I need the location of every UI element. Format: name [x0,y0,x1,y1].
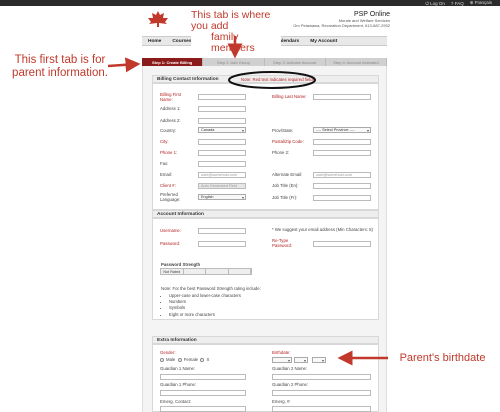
emergency-contact-input[interactable] [160,406,246,412]
female-radio[interactable] [177,358,182,362]
password-label: Password: [160,241,181,246]
guardian2-phone-input[interactable] [272,390,371,396]
strength-segment [228,269,251,274]
password-strength-value: Not Rated [161,269,184,274]
fax-input[interactable] [198,161,246,167]
nav-courses[interactable]: Courses [172,39,191,44]
guardian1-phone-input[interactable] [160,390,246,396]
gender-options: Male Female X [160,357,210,363]
brand-name: PSP Online [353,11,390,18]
tab-create-billing[interactable]: Step 1: Create Billing [142,58,204,66]
username-label: Username: [160,228,182,233]
fax-label: Fax: [160,161,169,166]
required-note: Note: Red text indicates required fields… [241,77,316,82]
guardian2-name-input[interactable] [272,374,371,380]
job-en-label: Job Title (En): [272,183,299,188]
login-link[interactable]: ⏻ Log On [425,1,445,6]
strength-segment [183,269,206,274]
guardian1-name-input[interactable] [160,374,246,380]
birthdate-annotation: Parent's birthdate [399,352,486,364]
retype-password-input[interactable] [313,241,371,247]
alt-email-input[interactable]: user@somehost.com [313,172,371,178]
password-input[interactable] [198,241,246,247]
phone2-input[interactable] [313,150,371,156]
male-radio[interactable] [160,358,164,362]
first-tab-annotation: This first tab is for parent information… [12,54,108,79]
prov-label: Prov/State: [272,128,294,133]
password-strength-label: Password Strength [161,262,201,267]
male-label: Male [166,357,176,363]
address2-label: Address 2: [160,118,181,123]
billing-first-name-label: Billing First Name: [160,92,182,102]
list-item: Eight or more characters [169,312,241,318]
phone1-label: Phone 1: [160,150,178,155]
city-input[interactable] [198,139,246,145]
country-select[interactable]: Canada [198,127,246,133]
phone1-input[interactable] [198,150,246,156]
birth-year-select[interactable] [272,357,292,363]
x-label: X [206,357,210,363]
guardian1-name-label: Guardian 1 Name: [160,366,196,371]
username-suggestion: * We suggest your email address (Min Cha… [272,227,373,232]
guardian2-name-label: Guardian 2 Name: [272,366,308,371]
job-fr-input[interactable] [313,195,371,201]
extra-section-title: Extra Information [152,336,379,344]
emergency-number-label: Emerg. #: [272,399,291,404]
retype-password-label: Re-Type Password: [272,238,293,248]
password-rules-list: Upper-case and lower-case characters Num… [164,293,241,318]
client-number-field: Auto Generated Field [198,183,246,189]
tab-activate-account[interactable]: Step 3: Activate Account [265,58,326,66]
alt-email-label: Alternate Email: [272,172,303,177]
email-label: Email: [160,172,172,177]
birthdate-label: Birthdate: [272,350,291,355]
account-section-title: Account Information [152,210,379,218]
password-strength-meter: Not Rated [160,268,252,275]
guardian1-phone-label: Guardian 1 Phone: [160,382,197,387]
gender-label: Gender: [160,350,176,355]
nav-my-account[interactable]: My Account [310,39,337,44]
faq-link[interactable]: ? FAQ [451,1,464,6]
emergency-contact-label: Emerg. Contact: [160,399,192,404]
city-label: City: [160,139,169,144]
birth-day-select[interactable] [312,357,326,363]
password-rules-intro: Note: For the best Password Strength rat… [161,286,261,291]
job-fr-label: Job Title (Fr): [272,195,298,200]
nav-home[interactable]: Home [148,39,161,44]
form-area: Billing Contact Information Note: Red te… [142,66,387,412]
strength-segment [206,269,229,274]
birth-month-select[interactable] [294,357,308,363]
maple-leaf-logo-icon[interactable] [147,10,169,28]
job-en-input[interactable] [313,183,371,189]
email-input[interactable]: user@somehost.com [198,172,246,178]
emergency-number-input[interactable] [272,406,371,412]
tab-annotation-line1: This tab is where you add [191,9,271,32]
tab-add-group[interactable]: Step 2: Add Group [203,58,265,66]
tab-account-activated[interactable]: Step 4: Account Activated [326,58,387,66]
guardian2-phone-label: Guardian 2 Phone: [272,382,309,387]
pref-lang-select[interactable]: English [198,194,246,200]
billing-first-name-input[interactable] [198,94,246,100]
phone2-label: Phone 2: [272,150,290,155]
brand-subtitle-2: Gm Petawawa, Recreation Department, 613-… [293,23,390,28]
username-input[interactable] [198,228,246,234]
address1-input[interactable] [198,106,246,112]
brand-block: PSP Online Morale and Welfare Services G… [293,11,390,28]
x-radio[interactable] [200,358,205,362]
address2-input[interactable] [198,118,246,124]
pref-lang-label: Preferred Language: [160,192,181,202]
prov-select[interactable]: ---- Select Province ---- [313,127,371,133]
client-label: Client #: [160,183,176,188]
tab-annotation-line2: family members [211,31,255,54]
billing-last-name-input[interactable] [313,94,371,100]
address1-label: Address 1: [160,106,181,111]
postal-label: Postal/Zip Code: [272,139,304,144]
tab-annotation: This tab is where you add family members [191,10,281,54]
country-label: Country: [160,128,177,133]
female-label: Female [183,357,199,363]
billing-last-name-label: Billing Last Name: [272,94,307,99]
postal-input[interactable] [313,139,371,145]
step-tabs: Step 1: Create Billing Step 2: Add Group… [142,58,387,66]
